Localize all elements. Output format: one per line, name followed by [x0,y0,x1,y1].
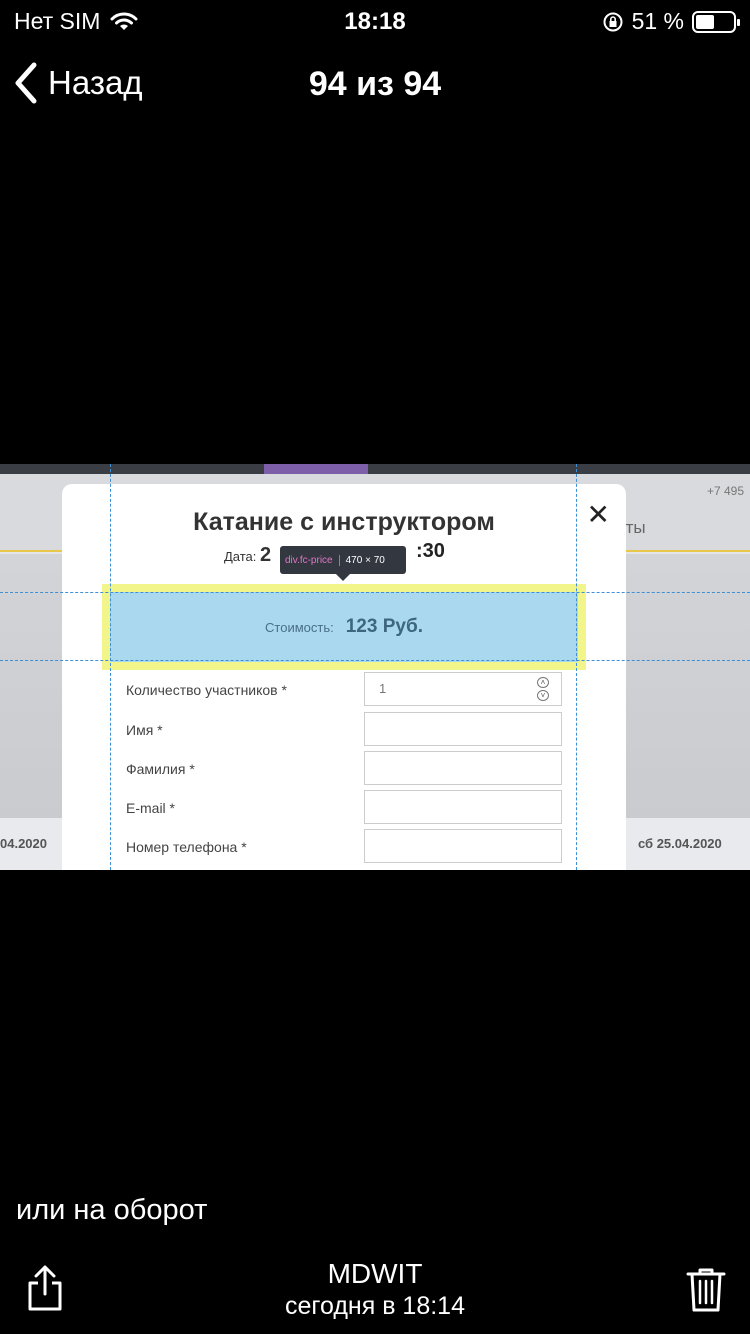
delete-button[interactable] [686,1266,726,1312]
stepper-up-icon[interactable]: ˄ [537,677,549,688]
date-label: Дата: [224,549,257,564]
first-name-label: Имя * [126,722,163,738]
album-name: MDWIT [327,1258,423,1289]
modal-title: Катание с инструктором [193,508,495,536]
guide-line-top [0,592,750,593]
form-row-participants: Количество участников * 1 ˄ ˅ [126,672,566,706]
email-input[interactable] [364,790,562,824]
guide-line-bottom [0,660,750,661]
participants-label: Количество участников * [126,682,287,698]
tooltip-dimensions: 470 × 70 [345,554,385,566]
active-tab-accent [264,464,368,474]
orientation-lock-icon [603,12,623,31]
battery-icon [692,10,740,33]
calendar-date-right: сб 25.04.2020 [638,836,722,851]
guide-line-right [576,464,577,870]
status-bar: Нет SIM 18:18 51 % [0,0,750,40]
close-icon[interactable]: ✕ [587,498,610,531]
stepper-down-icon[interactable]: ˅ [537,690,549,701]
photo-caption: или на оборот [16,1194,208,1226]
price-box: Стоимость: 123 Руб. [110,592,578,662]
photo-timestamp: сегодня в 18:14 [285,1292,465,1320]
bottom-toolbar: MDWIT сегодня в 18:14 [0,1250,750,1334]
last-name-input[interactable] [364,751,562,785]
form-row-phone: Номер телефона * [126,829,566,863]
calendar-date-left: 04.2020 [0,836,47,851]
participants-value: 1 [379,681,387,696]
form-row-last-name: Фамилия * [126,751,566,785]
browser-tab-strip [0,464,750,474]
date-value-start: 2 [260,544,272,566]
first-name-input[interactable] [364,712,562,746]
price-label: Стоимость: [265,619,334,635]
tooltip-selector: div.fc-price [280,554,340,566]
phone-label: Номер телефона * [126,839,247,855]
photo-counter-title: 94 из 94 [308,65,442,103]
last-name-label: Фамилия * [126,761,195,777]
photo-info: MDWIT сегодня в 18:14 [0,1258,750,1321]
price-value: 123 Руб. [345,616,423,637]
trash-icon [686,1268,726,1312]
form-row-email: E-mail * [126,790,566,824]
date-value-end: :30 [416,540,445,562]
booking-modal: Катание с инструктором ✕ Дата: 2 :30 Сто… [62,484,626,870]
modal-date-line: Дата: 2 :30 [224,540,445,567]
status-right: 51 % [602,8,740,35]
guide-line-left [110,464,111,870]
site-phone: +7 495 [706,484,744,498]
navigation-bar: Назад 94 из 94 [0,50,750,120]
battery-percent: 51 % [631,8,684,34]
phone-input[interactable] [364,829,562,863]
quantity-stepper[interactable]: ˄ ˅ [537,677,549,701]
photo-viewer-image[interactable]: worldcamp +7 495 кты 04.2020 сб 25.04.20… [0,464,750,870]
email-label: E-mail * [126,800,176,816]
participants-input[interactable]: 1 ˄ ˅ [364,672,562,706]
devtools-tooltip: div.fc-price 470 × 70 [280,546,406,581]
form-row-first-name: Имя * [126,712,566,746]
